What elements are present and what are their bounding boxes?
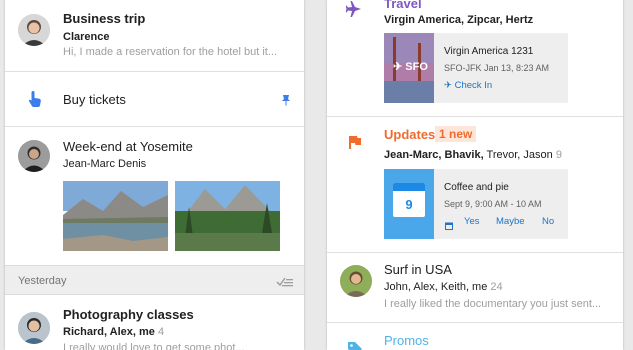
calendar-thumbnail: 9 [384, 169, 434, 239]
pin-icon[interactable] [282, 93, 290, 111]
item-snippet: I really would love to get some phot... [63, 342, 245, 350]
sweep-done-icon[interactable] [276, 275, 294, 293]
airplane-icon: ✈ [444, 80, 452, 91]
right-inbox-column: Travel Virgin America, Zipcar, Hertz ✈ S… [327, 0, 623, 350]
new-count-badge: 1 new [435, 126, 477, 142]
bundle-updates[interactable]: Updates 1 new Jean-Marc, Bhavik, Trevor,… [327, 117, 623, 253]
flight-details: SFO-JFK Jan 13, 8:23 AM [444, 63, 550, 73]
bundle-label: Updates [384, 127, 436, 142]
list-item-surf[interactable]: Surf in USA John, Alex, Keith, me 24 I r… [327, 253, 623, 323]
item-title: Business trip [63, 11, 146, 26]
calendar-icon: 9 [393, 183, 425, 217]
avatar [18, 140, 50, 172]
avatar [18, 312, 50, 344]
left-inbox-column: Business trip Clarence Hi, I made a rese… [5, 0, 304, 350]
flight-card[interactable]: ✈ SFO Virgin America 1231 SFO-JFK Jan 13… [384, 33, 568, 103]
bundle-label: Promos [384, 333, 429, 348]
list-item-business-trip[interactable]: Business trip Clarence Hi, I made a rese… [5, 0, 304, 72]
event-title: Coffee and pie [444, 182, 509, 193]
photo-thumbnail[interactable] [63, 181, 168, 251]
destination-thumbnail: ✈ SFO [384, 33, 434, 103]
section-label: Yesterday [18, 275, 67, 287]
item-senders: John, Alex, Keith, me 24 [384, 281, 503, 293]
bundle-senders: Virgin America, Zipcar, Hertz [384, 14, 534, 26]
item-title: Surf in USA [384, 262, 452, 277]
tag-icon [347, 341, 363, 350]
item-senders: Richard, Alex, me 4 [63, 326, 165, 338]
event-time: Sept 9, 9:00 AM - 10 AM [444, 199, 542, 209]
item-title: Week-end at Yosemite [63, 139, 193, 154]
avatar [18, 14, 50, 46]
item-title: Photography classes [63, 307, 194, 322]
avatar [340, 265, 372, 297]
bundle-label: Travel [384, 0, 422, 11]
flight-name: Virgin America 1231 [444, 46, 534, 57]
flag-icon [348, 135, 362, 154]
rsvp-maybe-button[interactable]: Maybe [496, 216, 525, 227]
item-sender: Clarence [63, 31, 110, 43]
airplane-icon [345, 1, 362, 22]
bundle-promos[interactable]: Promos [327, 323, 623, 350]
rsvp-yes-button[interactable]: Yes [464, 216, 480, 227]
photo-thumbnail[interactable] [175, 181, 280, 251]
reminder-hand-icon [27, 90, 43, 113]
list-item-photography[interactable]: Photography classes Richard, Alex, me 4 … [5, 295, 304, 350]
list-item-yosemite[interactable]: Week-end at Yosemite Jean-Marc Denis [5, 127, 304, 265]
event-card[interactable]: 9 Coffee and pie Sept 9, 9:00 AM - 10 AM… [384, 169, 568, 239]
item-sender: Jean-Marc Denis [63, 158, 147, 170]
thumb-label: ✈ SFO [393, 61, 428, 73]
calendar-small-icon [445, 217, 453, 235]
bundle-travel[interactable]: Travel Virgin America, Zipcar, Hertz ✈ S… [327, 0, 623, 117]
item-title: Buy tickets [63, 92, 126, 107]
section-header-yesterday: Yesterday [5, 265, 304, 295]
list-item-buy-tickets[interactable]: Buy tickets [5, 72, 304, 127]
bundle-senders: Jean-Marc, Bhavik, Trevor, Jason 9 [384, 149, 562, 161]
calendar-day: 9 [405, 197, 413, 212]
item-snippet: I really liked the documentary you just … [384, 298, 602, 310]
rsvp-no-button[interactable]: No [542, 216, 554, 227]
item-snippet: Hi, I made a reservation for the hotel b… [63, 46, 277, 58]
check-in-button[interactable]: ✈ Check In [444, 80, 492, 91]
